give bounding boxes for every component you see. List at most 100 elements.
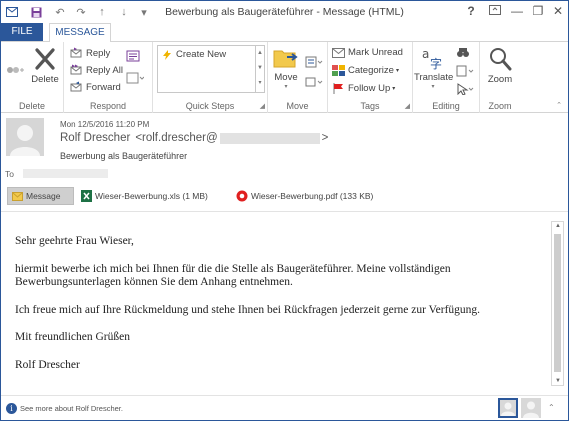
select-icon[interactable]	[456, 83, 477, 95]
outlook-envelope-icon	[5, 5, 19, 19]
body-paragraph-2: Ich freue mich auf Ihre Rückmeldung und …	[15, 303, 481, 316]
actions-icon[interactable]	[305, 76, 326, 88]
tab-message[interactable]: MESSAGE	[49, 23, 111, 42]
forward-icon	[70, 81, 82, 92]
rules-icon[interactable]	[305, 56, 326, 68]
body-scrollbar[interactable]: ▲ ▼	[551, 221, 564, 386]
reply-all-icon	[70, 64, 82, 75]
people-avatar[interactable]	[521, 398, 541, 418]
sender-avatar	[6, 118, 44, 156]
tags-launcher-icon[interactable]: ◢	[405, 102, 410, 110]
message-subject: Bewerbung als Baugeräteführer	[60, 151, 188, 161]
magnifier-icon	[490, 48, 512, 71]
categorize-label: Categorize	[348, 65, 394, 76]
person-icon	[501, 402, 515, 416]
scroll-down-icon[interactable]: ▼	[555, 378, 561, 384]
body-signature: Rolf Drescher	[15, 358, 80, 371]
create-new-label: Create New	[176, 49, 227, 60]
expand-people-pane-icon[interactable]: ⌃	[548, 403, 555, 412]
related-icon[interactable]	[456, 65, 477, 77]
zoom-label: Zoom	[487, 74, 513, 85]
move-dropdown-icon: ▾	[284, 84, 288, 90]
folder-move-icon	[273, 50, 298, 68]
categorize-button[interactable]: Categorize ▾	[332, 65, 399, 76]
quick-steps-group: Create New ▲ ▼ ▾ Quick Steps ◢	[153, 42, 268, 113]
tags-group-label: Tags	[360, 101, 380, 111]
ribbon-display-options-icon[interactable]	[484, 3, 506, 20]
quick-steps-scroll[interactable]: ▲ ▼ ▾	[256, 45, 265, 93]
people-avatar-selected[interactable]	[498, 398, 518, 418]
collapse-ribbon-icon[interactable]: ⌃	[556, 101, 562, 109]
recipient-redacted	[23, 169, 108, 178]
reply-button[interactable]: Reply	[70, 47, 110, 59]
help-button[interactable]: ?	[460, 3, 482, 20]
scroll-up-icon[interactable]: ▲	[555, 223, 561, 229]
reply-all-button[interactable]: Reply All	[70, 64, 123, 76]
undo-icon[interactable]: ↶	[53, 5, 67, 19]
header-separator	[1, 211, 568, 212]
ribbon-tabs: FILE MESSAGE	[1, 23, 568, 42]
sender-email-suffix: >	[321, 132, 329, 144]
svg-text:a: a	[422, 47, 429, 61]
sender-line[interactable]: Rolf Drescher <rolf.drescher@ >	[60, 132, 328, 144]
quick-steps-group-label: Quick Steps	[185, 101, 235, 111]
reply-all-label: Reply All	[86, 64, 123, 76]
attachment-xls-label: Wieser-Bewerbung.xls (1 MB)	[95, 191, 208, 201]
quick-steps-gallery[interactable]: Create New	[157, 45, 256, 93]
forward-label: Forward	[86, 81, 121, 93]
editing-group-label: Editing	[432, 101, 460, 111]
info-icon: i	[6, 403, 17, 414]
mark-unread-button[interactable]: Mark Unread	[332, 47, 403, 58]
body-closing: Mit freundlichen Grüßen	[15, 331, 130, 343]
forward-button[interactable]: Forward	[70, 81, 121, 93]
ignore-junk-icon[interactable]	[5, 64, 28, 78]
meeting-reply-icon[interactable]	[126, 50, 143, 62]
quick-steps-launcher-icon[interactable]: ◢	[260, 102, 265, 110]
close-button[interactable]: ✕	[547, 3, 569, 20]
reply-icon	[70, 47, 82, 58]
delete-group-label: Delete	[18, 101, 45, 111]
attachment-message[interactable]: Message	[7, 187, 74, 205]
editing-group: a字 Translate ▾ Editing	[413, 42, 480, 113]
envelope-icon	[12, 191, 23, 201]
find-icon[interactable]	[456, 47, 473, 59]
translate-button[interactable]: a字 Translate ▾	[414, 46, 454, 90]
zoom-button[interactable]: Zoom	[482, 46, 518, 85]
translate-dropdown-icon: ▾	[431, 84, 435, 90]
delete-x-icon	[35, 48, 55, 70]
tab-file[interactable]: FILE	[1, 23, 43, 41]
follow-up-button[interactable]: Follow Up ▾	[332, 83, 395, 94]
tags-group: Mark Unread Categorize ▾ Follow Up ▾ Tag…	[328, 42, 413, 113]
customize-qat-icon[interactable]: ▾	[138, 5, 150, 19]
attachment-xls[interactable]: Wieser-Bewerbung.xls (1 MB)	[81, 187, 208, 205]
people-pane-text[interactable]: See more about Rolf Drescher.	[20, 404, 123, 413]
move-button[interactable]: Move ▾	[270, 46, 302, 90]
create-new-quick-step[interactable]: Create New	[161, 49, 226, 60]
minimize-button[interactable]: —	[506, 3, 528, 20]
delete-group: Delete Delete	[1, 42, 64, 113]
person-silhouette-icon	[10, 125, 40, 156]
attachment-message-label: Message	[26, 191, 61, 201]
sender-name[interactable]: Rolf Drescher	[60, 132, 130, 144]
message-window: ↶ ↷ ↑ ↓ ▾ Bewerbung als Baugeräteführer …	[0, 0, 569, 421]
delete-button[interactable]: Delete	[29, 46, 61, 85]
person-icon	[523, 401, 539, 418]
categorize-icon	[332, 65, 345, 76]
pdf-file-icon	[236, 190, 248, 202]
move-group-label: Move	[286, 101, 309, 111]
save-icon[interactable]	[29, 5, 43, 19]
translate-icon: a字	[422, 47, 442, 70]
sent-date: Mon 12/5/2016 11:20 PM	[60, 120, 150, 129]
to-label: To	[5, 169, 14, 179]
categorize-dropdown-icon: ▾	[395, 68, 399, 74]
scroll-thumb[interactable]	[554, 234, 561, 372]
excel-file-icon	[81, 190, 92, 202]
next-item-icon[interactable]: ↓	[118, 5, 130, 19]
translate-label: Translate	[414, 72, 454, 83]
redo-icon[interactable]: ↷	[74, 5, 88, 19]
attachment-pdf[interactable]: Wieser-Bewerbung.pdf (133 KB)	[236, 187, 373, 205]
restore-button[interactable]: ❐	[527, 3, 549, 20]
delete-label: Delete	[31, 74, 59, 85]
more-respond-icon[interactable]	[126, 72, 147, 84]
previous-item-icon[interactable]: ↑	[96, 5, 108, 19]
